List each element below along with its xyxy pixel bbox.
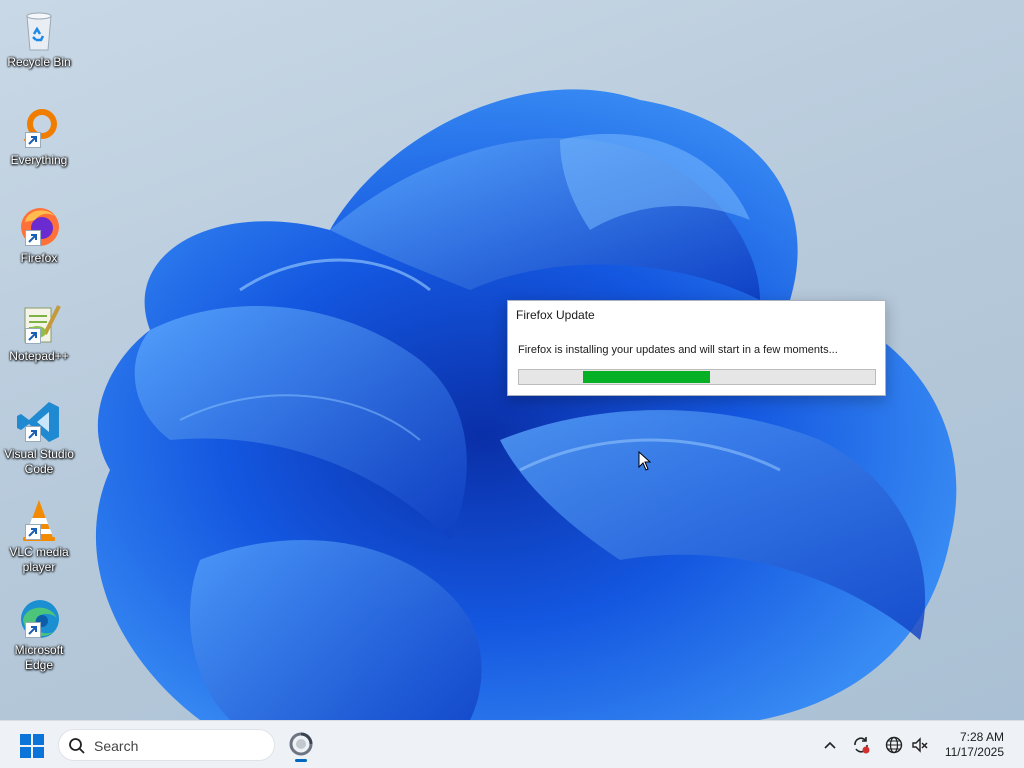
shortcut-arrow-icon bbox=[25, 524, 41, 540]
everything-search-icon bbox=[15, 104, 63, 152]
desktop-icon-vlc[interactable]: VLC media player bbox=[2, 496, 76, 575]
shortcut-arrow-icon bbox=[25, 622, 41, 638]
vscode-icon bbox=[15, 398, 63, 446]
shortcut-arrow-icon bbox=[25, 328, 41, 344]
vlc-icon bbox=[15, 496, 63, 544]
edge-icon bbox=[15, 594, 63, 642]
firefox-icon bbox=[15, 202, 63, 250]
shortcut-arrow-icon bbox=[25, 426, 41, 442]
desktop-icon-edge[interactable]: Microsoft Edge bbox=[2, 594, 76, 673]
desktop-icon-label: Firefox bbox=[20, 251, 58, 265]
desktop-icon-recycle-bin[interactable]: Recycle Bin bbox=[2, 6, 76, 70]
shortcut-arrow-icon bbox=[25, 230, 41, 246]
volume-muted-icon[interactable] bbox=[910, 735, 930, 755]
notepad-plus-plus-icon bbox=[15, 300, 63, 348]
desktop-icon-label: Notepad++ bbox=[9, 349, 69, 363]
desktop-icon-label: Everything bbox=[10, 153, 68, 167]
progress-indicator bbox=[583, 371, 710, 383]
recycle-bin-icon bbox=[15, 6, 63, 54]
desktop-icon-label: Microsoft Edge bbox=[14, 643, 64, 672]
mouse-cursor-icon bbox=[638, 451, 652, 471]
clock-date: 11/17/2025 bbox=[944, 745, 1004, 759]
update-sync-icon[interactable] bbox=[851, 735, 871, 755]
desktop-icon-label: Recycle Bin bbox=[7, 55, 71, 69]
search-placeholder: Search bbox=[94, 738, 139, 754]
dialog-message: Firefox is installing your updates and w… bbox=[518, 344, 838, 356]
desktop-icon-firefox[interactable]: Firefox bbox=[2, 202, 76, 266]
clock-time: 7:28 AM bbox=[959, 730, 1004, 744]
taskbar-search-box[interactable]: Search bbox=[58, 729, 275, 761]
chevron-up-icon[interactable] bbox=[820, 735, 840, 755]
firefox-updater-icon bbox=[289, 732, 313, 756]
shortcut-arrow-icon bbox=[25, 132, 41, 148]
desktop-icon-everything[interactable]: Everything bbox=[2, 104, 76, 168]
dialog-title: Firefox Update bbox=[516, 308, 595, 322]
windows-start-icon[interactable] bbox=[20, 734, 44, 758]
network-globe-icon[interactable] bbox=[884, 735, 904, 755]
desktop-icon-notepad-plus-plus[interactable]: Notepad++ bbox=[2, 300, 76, 364]
system-clock[interactable]: 7:28 AM 11/17/2025 bbox=[945, 730, 1004, 760]
update-progress-bar bbox=[518, 369, 876, 385]
search-icon bbox=[69, 738, 85, 754]
desktop-icon-vscode[interactable]: Visual Studio Code bbox=[2, 398, 76, 477]
desktop-icon-label: Visual Studio Code bbox=[4, 447, 74, 476]
taskbar: Search 7:28 AM 11/17/2025 bbox=[0, 720, 1024, 768]
running-indicator bbox=[295, 759, 307, 762]
firefox-update-dialog[interactable]: Firefox Update Firefox is installing you… bbox=[507, 300, 886, 396]
desktop-icon-label: VLC media player bbox=[9, 545, 69, 574]
taskbar-firefox-updater-app[interactable] bbox=[285, 729, 317, 762]
